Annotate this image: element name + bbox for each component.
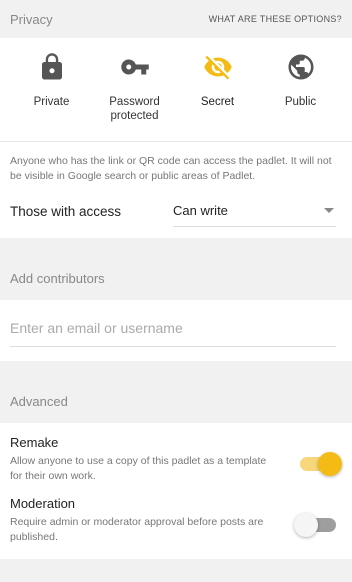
- privacy-option-password[interactable]: Password protected: [99, 52, 171, 141]
- privacy-option-public[interactable]: Public: [265, 52, 337, 141]
- privacy-title: Privacy: [10, 11, 53, 27]
- globe-icon: [288, 54, 313, 80]
- chevron-down-icon: [324, 208, 334, 213]
- contributors-title: Add contributors: [10, 270, 105, 286]
- access-label: Those with access: [10, 203, 122, 219]
- toggle-knob: [294, 513, 318, 537]
- advanced-header: Advanced: [0, 379, 352, 423]
- advanced-title: Advanced: [10, 393, 68, 409]
- advanced-panel: Remake Allow anyone to use a copy of thi…: [0, 423, 352, 559]
- privacy-panel: Private Password protected Secret Public…: [0, 38, 352, 238]
- privacy-help-link[interactable]: WHAT ARE THESE OPTIONS?: [209, 14, 342, 24]
- remake-row: Remake Allow anyone to use a copy of thi…: [0, 423, 352, 494]
- contributor-search-input[interactable]: [10, 312, 336, 347]
- remake-toggle[interactable]: [298, 451, 342, 476]
- eye-off-icon: [203, 55, 232, 80]
- remake-description: Allow anyone to use a copy of this padle…: [10, 455, 267, 482]
- section-gap: [0, 361, 352, 379]
- moderation-title: Moderation: [10, 496, 76, 511]
- privacy-option-private[interactable]: Private: [16, 52, 88, 141]
- access-row: Those with access Can write: [0, 184, 352, 238]
- moderation-row: Moderation Require admin or moderator ap…: [0, 494, 352, 555]
- privacy-option-label: Public: [284, 96, 317, 108]
- remake-text: Remake Allow anyone to use a copy of thi…: [10, 435, 270, 484]
- moderation-description: Require admin or moderator approval befo…: [10, 516, 264, 543]
- toggle-knob: [318, 452, 342, 476]
- moderation-text: Moderation Require admin or moderator ap…: [10, 496, 270, 545]
- privacy-option-label: Password protected: [109, 96, 160, 122]
- privacy-options: Private Password protected Secret Public: [0, 38, 352, 142]
- remake-title: Remake: [10, 435, 59, 450]
- contributors-panel: [0, 300, 352, 361]
- key-icon: [120, 59, 149, 75]
- moderation-toggle[interactable]: [294, 512, 338, 537]
- contributors-header: Add contributors: [0, 256, 352, 300]
- section-gap: [0, 238, 352, 256]
- privacy-description: Anyone who has the link or QR code can a…: [10, 155, 332, 182]
- access-select[interactable]: Can write: [173, 195, 336, 227]
- privacy-header: Privacy WHAT ARE THESE OPTIONS?: [0, 0, 352, 38]
- access-select-value: Can write: [173, 203, 228, 218]
- privacy-option-label: Private: [33, 96, 70, 108]
- privacy-option-label: Secret: [200, 96, 235, 108]
- lock-icon: [41, 53, 62, 80]
- privacy-option-secret[interactable]: Secret: [182, 52, 254, 141]
